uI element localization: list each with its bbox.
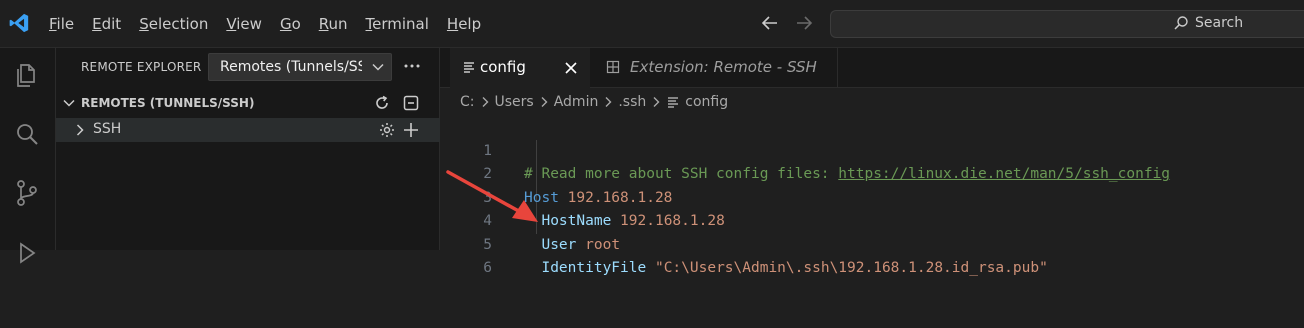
code-editor[interactable]: 1 # Read more about SSH config files: ht…	[440, 116, 1304, 277]
extensions-icon	[606, 60, 620, 74]
run-debug-icon[interactable]	[12, 238, 42, 268]
tab-extension-remote-ssh[interactable]: Extension: Remote - SSH	[592, 48, 838, 88]
remotes-dropdown[interactable]: Remotes (Tunnels/SSH)	[208, 53, 392, 81]
chevron-right-icon	[76, 124, 84, 136]
breadcrumb: C: Users Admin .ssh config	[440, 90, 728, 114]
explorer-files-icon[interactable]	[12, 60, 42, 90]
section-title: REMOTES (TUNNELS/SSH)	[81, 96, 255, 110]
tab-config[interactable]: config	[450, 48, 590, 88]
tab-label: Extension: Remote - SSH	[630, 58, 817, 76]
tab-bar: config Extension: Remote - SSH	[440, 48, 1304, 88]
code-line: 4 User root	[440, 187, 1304, 253]
remotes-dropdown-value: Remotes (Tunnels/SSH)	[220, 59, 362, 75]
chevron-right-icon	[605, 97, 612, 107]
code-line: 2 Host 192.168.1.28	[440, 140, 1304, 206]
search-icon	[1174, 16, 1188, 30]
file-lines-icon	[464, 62, 474, 73]
sidebar-title: REMOTE EXPLORER	[81, 60, 202, 74]
code-line: 1 # Read more about SSH config files: ht…	[440, 116, 1304, 183]
menu-selection[interactable]: Selection	[130, 9, 217, 39]
plus-icon[interactable]	[402, 121, 420, 139]
command-center-search[interactable]: Search	[830, 10, 1304, 38]
chevron-right-icon	[541, 97, 548, 107]
remote-explorer-sidebar: REMOTE EXPLORER Remotes (Tunnels/SSH) RE…	[56, 48, 440, 250]
tree-item-ssh[interactable]: SSH	[56, 118, 440, 142]
code-line: 6	[440, 234, 1304, 276]
sidebar-header: REMOTE EXPLORER Remotes (Tunnels/SSH)	[56, 48, 440, 88]
vscode-logo-icon	[9, 13, 29, 33]
chevron-down-icon	[372, 63, 384, 71]
breadcrumb-item[interactable]: C:	[460, 94, 475, 110]
code-line: 3 HostName 192.168.1.28	[440, 163, 1304, 230]
editor-area: config Extension: Remote - SSH C: Users …	[440, 48, 1304, 276]
close-icon[interactable]	[562, 59, 580, 77]
remotes-section-header[interactable]: REMOTES (TUNNELS/SSH)	[56, 91, 440, 115]
back-arrow-icon[interactable]	[760, 12, 780, 34]
search-label: Search	[1195, 15, 1244, 31]
menu-help[interactable]: Help	[438, 9, 490, 39]
chevron-right-icon	[482, 97, 488, 107]
title-bar: File Edit Selection View Go Run Terminal…	[0, 0, 1304, 48]
menu-file[interactable]: File	[40, 9, 83, 39]
menu-terminal[interactable]: Terminal	[357, 9, 438, 39]
source-control-icon[interactable]	[12, 178, 42, 208]
code-line: 5 IdentityFile "C:\Users\Admin\.ssh\192.…	[440, 210, 1304, 277]
breadcrumb-item[interactable]: .ssh	[618, 94, 646, 110]
chevron-right-icon	[653, 97, 660, 107]
menu-go[interactable]: Go	[271, 9, 310, 39]
breadcrumb-item[interactable]: Users	[495, 94, 534, 110]
chevron-down-icon	[63, 99, 75, 107]
breadcrumb-item[interactable]: config	[685, 94, 728, 110]
refresh-icon[interactable]	[373, 94, 391, 112]
line-number: 6	[483, 260, 492, 276]
code-string: "C:\Users\Admin\.ssh\192.168.1.28.id_rsa…	[654, 260, 1048, 276]
forward-arrow-icon[interactable]	[794, 12, 814, 34]
tab-label: config	[480, 58, 526, 76]
tree-item-label: SSH	[93, 121, 122, 137]
more-actions-icon[interactable]	[402, 56, 422, 76]
menu-run[interactable]: Run	[310, 9, 357, 39]
menu-edit[interactable]: Edit	[83, 9, 130, 39]
breadcrumb-item[interactable]: Admin	[554, 94, 599, 110]
search-icon[interactable]	[12, 120, 42, 150]
file-lines-icon	[668, 97, 679, 108]
menu-bar: File Edit Selection View Go Run Terminal…	[40, 0, 490, 48]
menu-view[interactable]: View	[217, 9, 271, 39]
collapse-all-icon[interactable]	[402, 94, 420, 112]
activity-bar	[0, 48, 56, 264]
code-keyword: IdentityFile	[541, 260, 647, 276]
gear-icon[interactable]	[378, 121, 396, 139]
navigation-arrows	[760, 12, 814, 34]
